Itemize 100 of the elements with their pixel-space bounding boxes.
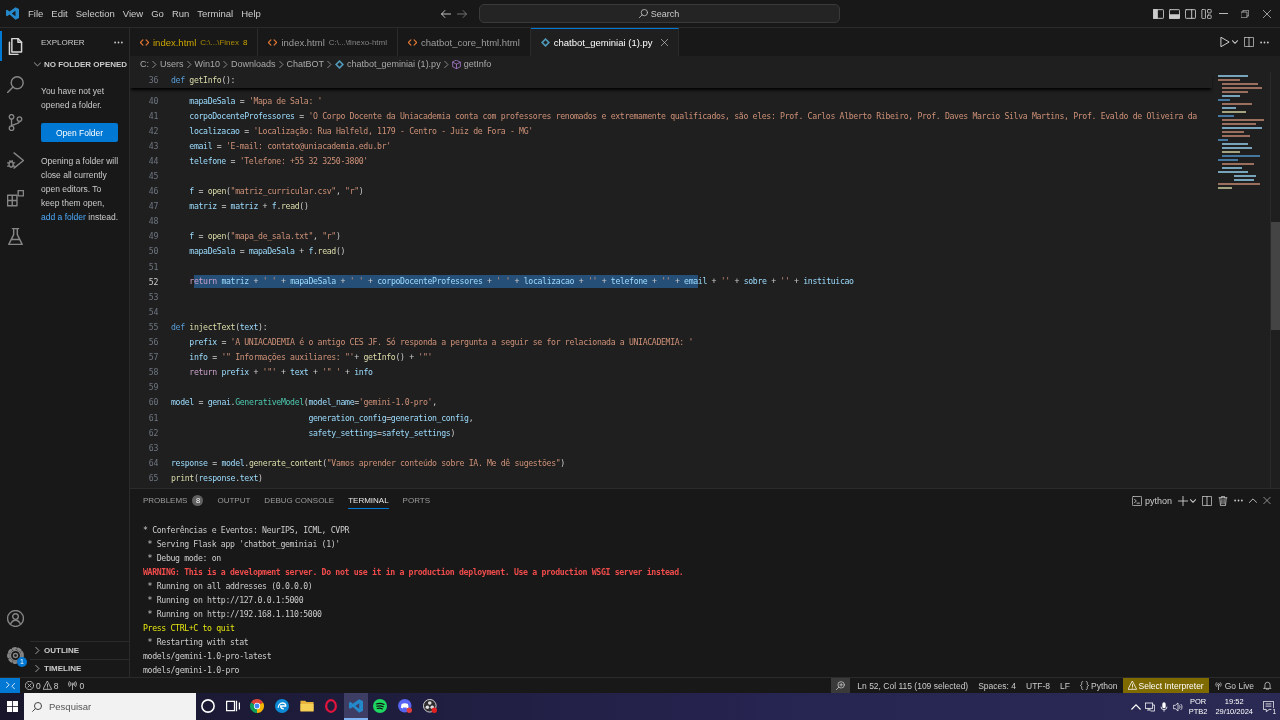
code-line: matriz = matriz + f.read()	[188, 201, 309, 212]
speaker-icon[interactable]	[1172, 701, 1183, 712]
oval-ring-icon	[324, 698, 339, 713]
breadcrumb-item[interactable]: Downloads	[231, 59, 276, 69]
live-server-status[interactable]: Go Live	[1208, 678, 1259, 693]
bell-icon[interactable]	[1263, 681, 1272, 690]
line-number: 62	[147, 427, 158, 438]
code-line: generation_config=generation_config,	[307, 412, 474, 423]
menu-item[interactable]: Selection	[71, 6, 119, 21]
close-icon[interactable]	[1263, 497, 1271, 504]
caret-down-icon[interactable]	[1232, 40, 1238, 44]
sidebar-layout-icon[interactable]	[1153, 8, 1164, 19]
restore-icon[interactable]	[1241, 9, 1249, 18]
zoom-button[interactable]	[831, 678, 851, 693]
code-line: f = open("mapa_de_sala.txt", "r")	[188, 231, 341, 242]
cursor-position[interactable]: Ln 52, Col 115 (109 selected)	[852, 678, 974, 693]
code-line: mapaDeSala = mapaDeSala + f.read()	[188, 246, 346, 257]
taskbar-search-field[interactable]: Pesquisar	[24, 693, 196, 720]
search-bar[interactable]: Search	[478, 4, 840, 23]
caret-down-icon[interactable]	[1190, 498, 1196, 503]
arrow-left-icon[interactable]	[440, 9, 451, 18]
plus-icon[interactable]	[1178, 495, 1188, 506]
menu-item[interactable]: Run	[167, 6, 194, 21]
menu-item[interactable]: File	[24, 6, 48, 21]
taskbar-button[interactable]	[343, 693, 369, 720]
split-editor-icon[interactable]	[1244, 37, 1254, 47]
line-number: 46	[147, 186, 158, 197]
arrow-right-icon[interactable]	[456, 9, 467, 18]
split-layout-icon[interactable]	[1185, 8, 1196, 19]
panel-tab[interactable]: DEBUG CONSOLE	[264, 492, 335, 509]
braces-icon	[1080, 681, 1090, 690]
more-icon[interactable]	[114, 40, 123, 44]
gear-icon[interactable]	[6, 646, 24, 664]
code-line: model = genai.GenerativeModel(model_name='gemini-1.0-pro',	[171, 397, 437, 408]
menu-item[interactable]: Go	[147, 6, 168, 21]
line-number: 58	[147, 367, 158, 378]
task-view-icon	[225, 698, 240, 713]
breadcrumb-item[interactable]: Win10	[194, 59, 221, 69]
line-number: 49	[147, 231, 158, 242]
chevron-up-icon[interactable]	[1249, 497, 1257, 504]
close-icon[interactable]	[660, 39, 668, 46]
breadcrumb-item[interactable]: ChatBOT	[286, 59, 325, 69]
terminal-line: * Serving Flask app 'chatbot_geminiai (1)'	[146, 538, 341, 551]
branch-icon	[6, 113, 24, 131]
breadcrumb-item[interactable]: Users	[160, 59, 184, 69]
breadcrumb-item[interactable]: chatbot_geminiai (1).py	[347, 59, 441, 69]
chevron-right-icon	[34, 665, 41, 672]
section-header[interactable]: TIMELINE	[30, 659, 129, 677]
search-icon	[6, 75, 24, 93]
close-icon[interactable]	[1263, 9, 1271, 18]
account-icon[interactable]	[6, 609, 24, 627]
four-panes-icon[interactable]	[6, 701, 18, 712]
menu-item[interactable]: Help	[237, 6, 265, 21]
section-header[interactable]: OUTLINE	[30, 641, 129, 659]
cube-icon	[451, 59, 461, 69]
ribbon-icon	[348, 698, 363, 713]
panel-tab[interactable]: PORTS	[402, 492, 431, 509]
menu-item[interactable]: Edit	[47, 6, 72, 21]
code-text: r	[188, 275, 194, 289]
indentation-status[interactable]: Spaces: 4	[973, 678, 1021, 693]
chevron-right-icon	[223, 60, 229, 68]
open-folder-button[interactable]: Open Folder	[41, 123, 118, 142]
menu-item[interactable]: View	[118, 6, 148, 21]
network-icon[interactable]	[1144, 701, 1155, 712]
warning-icon	[1127, 681, 1137, 690]
controller-icon	[398, 698, 413, 713]
encoding-status[interactable]: UTF-8	[1021, 678, 1056, 693]
panel-tab[interactable]: TERMINAL	[348, 492, 389, 509]
menu-item[interactable]: Terminal	[193, 6, 238, 21]
panel-tab[interactable]: OUTPUT	[217, 492, 251, 509]
line-number: 36	[147, 75, 158, 85]
play-icon[interactable]	[1220, 37, 1230, 47]
circle-icon	[201, 698, 216, 713]
terminal-line: Press CTRL+C to quit	[143, 622, 236, 635]
scrollbar-thumb[interactable]	[1271, 222, 1280, 330]
trash-icon[interactable]	[1218, 495, 1228, 506]
split-editor-icon[interactable]	[1202, 495, 1212, 506]
interpreter-status[interactable]: Select Interpreter	[1122, 678, 1209, 693]
problems-status[interactable]: 0 8	[20, 678, 64, 693]
add-folder-link[interactable]: add a folder	[41, 212, 86, 222]
microphone-icon[interactable]	[1158, 701, 1169, 712]
app-logo-icon	[6, 7, 19, 20]
more-icon[interactable]	[1260, 40, 1269, 44]
minimize-icon[interactable]	[1218, 13, 1228, 14]
code-line: email = 'E-mail: contato@uniacademia.edu.br'	[188, 140, 391, 151]
line-ending-status[interactable]: LF	[1055, 678, 1076, 693]
panel-layout-icon[interactable]	[1169, 8, 1180, 19]
terminal-selector[interactable]: python	[1131, 495, 1172, 506]
blocks-icon	[6, 189, 24, 207]
notification-icon[interactable]	[1263, 701, 1274, 712]
terminal-line: WARNING: This is a development server. Do not use it in a production deployment. Use a production WSGI server instead.	[143, 566, 685, 579]
empty-folder-message: You have not yet opened a folder.	[41, 85, 105, 112]
layout-grid-icon[interactable]	[1201, 8, 1212, 19]
breadcrumb-item[interactable]: getInfo	[463, 59, 492, 69]
language-status[interactable]: Python	[1075, 678, 1123, 693]
editor-tab[interactable]: chatbot_geminiai (1).py	[530, 28, 679, 56]
more-icon[interactable]	[1234, 499, 1243, 502]
section-header[interactable]: NO FOLDER OPENED	[30, 56, 129, 72]
ports-status[interactable]: 0	[63, 678, 90, 693]
breadcrumb-item[interactable]: C:	[140, 59, 149, 69]
